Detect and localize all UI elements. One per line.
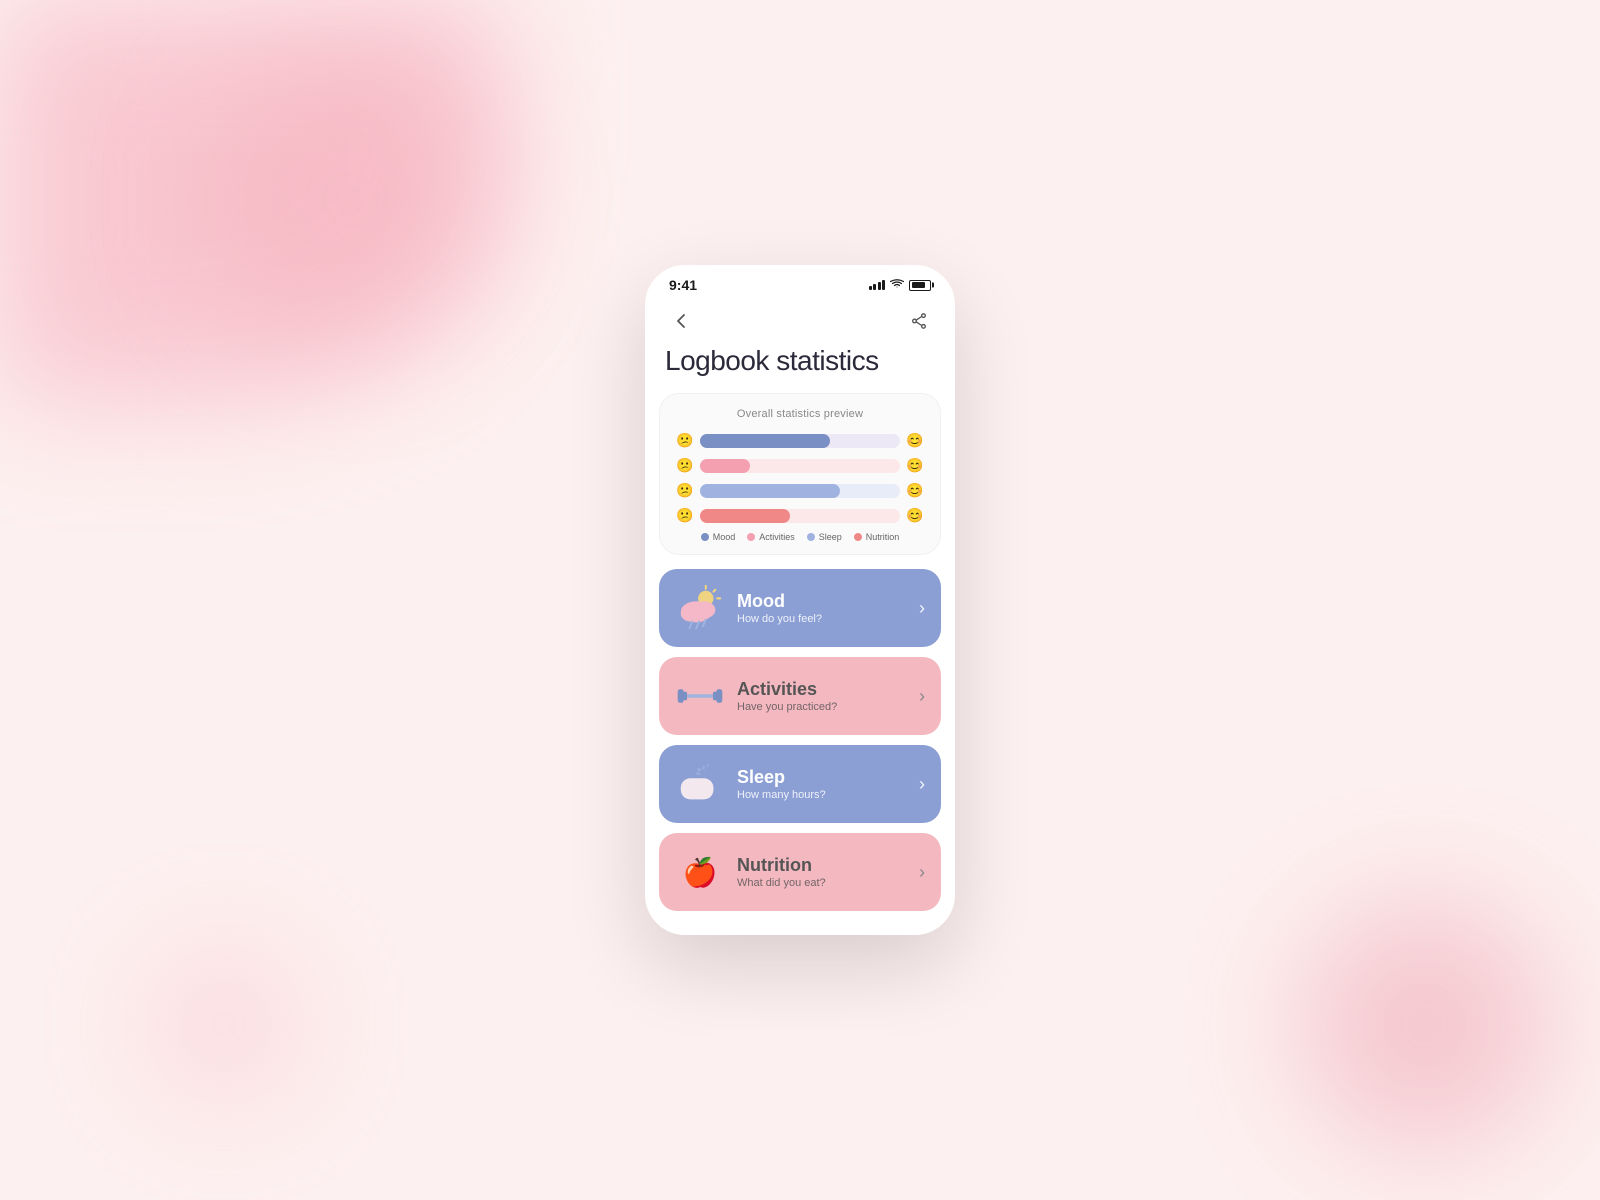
sleep-card-text: Sleep How many hours? [737,767,907,802]
stats-legend: Mood Activities Sleep Nutrition [676,532,924,542]
status-icons [869,278,932,292]
bg-decoration-4 [150,950,300,1100]
bg-decoration-3 [1300,900,1550,1150]
stat-left-emoji-mood: 😕 [676,432,694,449]
nutrition-card-text: Nutrition What did you eat? [737,855,907,890]
nutrition-card-subtitle: What did you eat? [737,877,907,889]
wifi-icon [890,278,904,292]
legend-mood: Mood [701,532,736,542]
svg-text:z: z [707,764,710,769]
stat-row-nutrition: 😕 😊 [676,507,924,524]
sleep-card-title: Sleep [737,767,907,789]
activities-card-chevron: › [919,686,925,707]
battery-icon [909,280,931,291]
legend-label-nutrition: Nutrition [866,532,900,542]
stat-bar-mood [700,434,900,448]
activities-card[interactable]: Activities Have you practiced? › [659,657,941,735]
signal-icon [869,280,886,290]
stat-row-activities: 😕 😊 [676,457,924,474]
activities-icon-area [675,671,725,721]
stat-right-emoji-sleep: 😊 [906,482,924,499]
legend-dot-activities [747,533,755,541]
status-time: 9:41 [669,277,697,293]
stat-left-emoji-nutrition: 😕 [676,507,694,524]
status-bar: 9:41 [645,265,955,297]
mood-card[interactable]: Mood How do you feel? › [659,569,941,647]
back-button[interactable] [665,305,697,337]
svg-text:z: z [702,765,706,772]
mood-card-title: Mood [737,591,907,613]
nutrition-card-chevron: › [919,862,925,883]
stat-bar-nutrition [700,509,900,523]
stats-card-title: Overall statistics preview [676,408,924,420]
dumbbell-icon [676,682,724,710]
legend-dot-nutrition [854,533,862,541]
stat-row-sleep: 😕 😊 [676,482,924,499]
phone-frame: 9:41 [645,265,955,935]
legend-sleep: Sleep [807,532,842,542]
stat-bar-sleep [700,484,900,498]
activities-card-subtitle: Have you practiced? [737,701,907,713]
legend-label-mood: Mood [713,532,736,542]
nutrition-card-title: Nutrition [737,855,907,877]
legend-dot-sleep [807,533,815,541]
sleep-icon-area: Z z z [675,759,725,809]
phone-content: Overall statistics preview 😕 😊 😕 😊 [645,393,955,931]
legend-nutrition: Nutrition [854,532,900,542]
sleep-card-subtitle: How many hours? [737,789,907,801]
stat-left-emoji-activities: 😕 [676,457,694,474]
activities-card-title: Activities [737,679,907,701]
stat-right-emoji-nutrition: 😊 [906,507,924,524]
legend-label-sleep: Sleep [819,532,842,542]
page-title: Logbook statistics [645,341,955,393]
legend-label-activities: Activities [759,532,795,542]
sleep-card-chevron: › [919,774,925,795]
stat-bar-activities [700,459,900,473]
stat-left-emoji-sleep: 😕 [676,482,694,499]
activities-card-text: Activities Have you practiced? [737,679,907,714]
mood-icon-area [675,583,725,633]
mood-card-subtitle: How do you feel? [737,613,907,625]
stats-card: Overall statistics preview 😕 😊 😕 😊 [659,393,941,555]
nutrition-icon-area: 🍎 [675,847,725,897]
sleep-pillow-icon: Z z z [675,762,725,806]
bg-decoration-2 [200,50,500,350]
nutrition-card[interactable]: 🍎 Nutrition What did you eat? › [659,833,941,911]
mood-card-text: Mood How do you feel? [737,591,907,626]
share-button[interactable] [903,305,935,337]
nav-bar [645,297,955,341]
stat-right-emoji-mood: 😊 [906,432,924,449]
stat-right-emoji-activities: 😊 [906,457,924,474]
nutrition-icon: 🍎 [683,856,718,889]
mood-weather-icon [675,584,725,632]
legend-activities: Activities [747,532,795,542]
sleep-card[interactable]: Z z z Sleep How many hours? › [659,745,941,823]
stat-row-mood: 😕 😊 [676,432,924,449]
mood-card-chevron: › [919,598,925,619]
legend-dot-mood [701,533,709,541]
